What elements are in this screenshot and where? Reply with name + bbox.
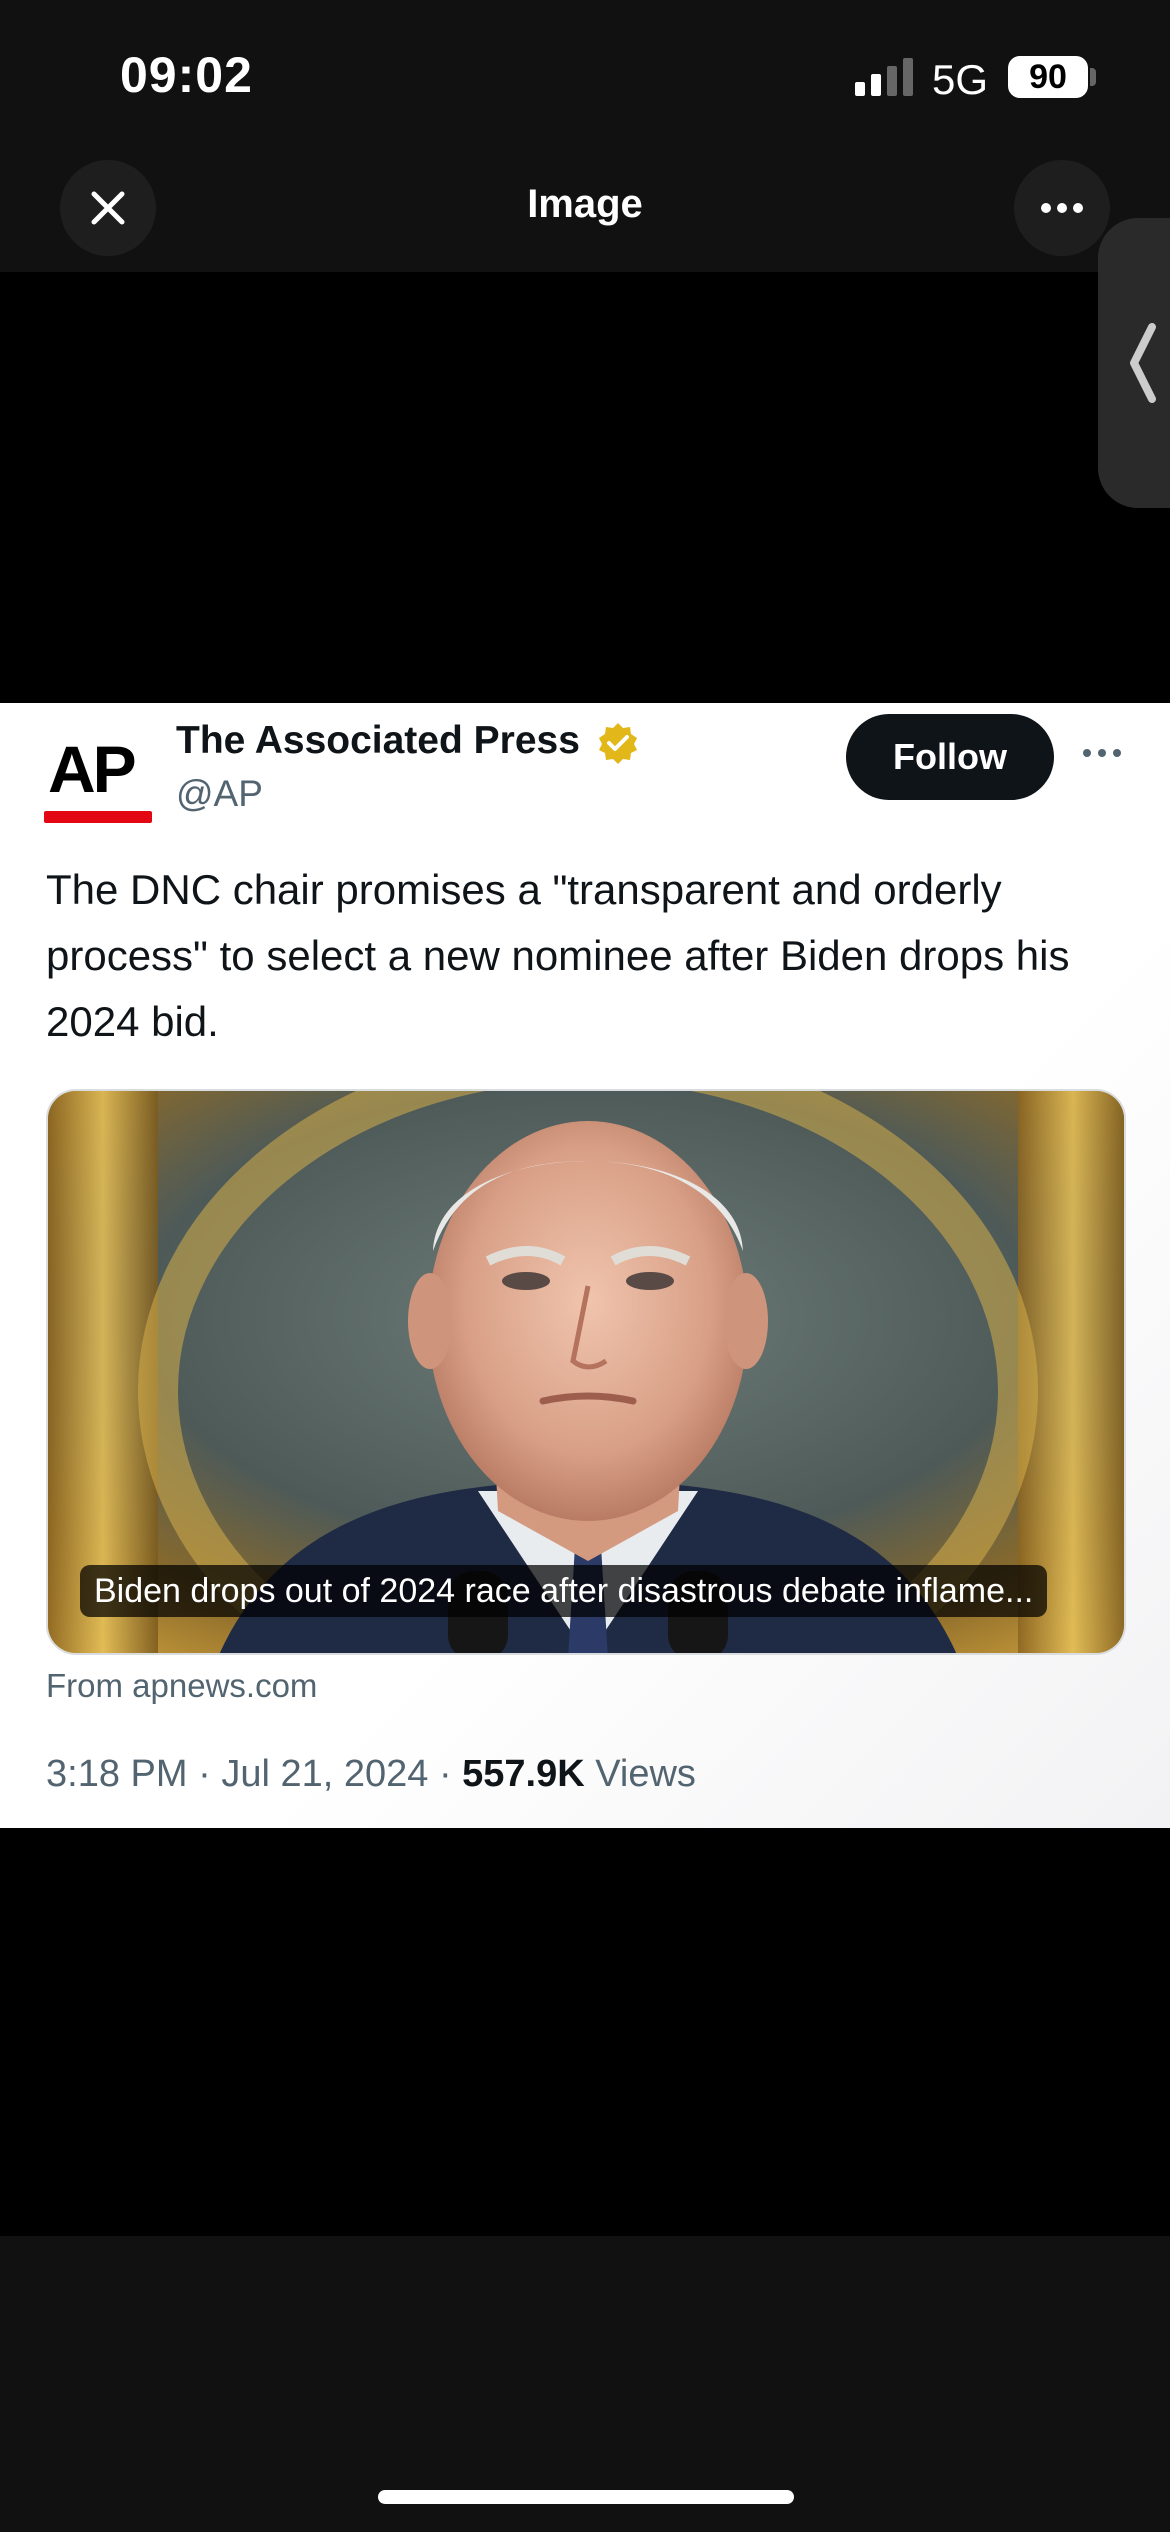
page-title: Image [527,182,643,226]
follow-button[interactable]: Follow [846,714,1054,800]
separator-dot: · [198,1753,222,1795]
network-type: 5G [932,56,989,103]
views-label: Views [595,1753,696,1795]
user-handle[interactable]: @AP [176,773,263,815]
tweet-more-button[interactable] [1078,733,1126,773]
separator-dot: · [438,1753,463,1795]
link-card-image[interactable]: Biden drops out of 2024 race after disas… [46,1089,1126,1655]
avatar[interactable]: AP [44,723,154,823]
views-count: 557.9K [462,1753,596,1795]
battery-icon: 90 [1008,56,1088,98]
signal-icon [855,58,915,96]
display-name[interactable]: The Associated Press [176,719,580,763]
status-bar: 09:02 5G 90 [0,0,1170,140]
battery-tip [1090,68,1096,86]
tweet-meta: 3:18 PM · Jul 21, 2024 · 557.9K Views [46,1753,696,1796]
verified-badge-icon [599,723,637,764]
tweet-date[interactable]: Jul 21, 2024 [221,1753,428,1795]
logo-red-bar [44,811,152,823]
link-source[interactable]: From apnews.com [46,1667,317,1705]
status-time: 09:02 [120,47,253,103]
chevron-left-icon [1130,323,1156,403]
avatar-logo-text: AP [48,732,137,806]
tweet-text: The DNC chair promises a "transparent an… [46,866,1070,1045]
tweet-card[interactable]: AP The Associated Press @AP Follow The D… [0,703,1170,1828]
more-horizontal-icon [1041,203,1083,213]
bottom-bar [0,2236,1170,2532]
home-indicator[interactable] [378,2490,794,2504]
more-horizontal-icon [1083,749,1121,757]
tweet-time[interactable]: 3:18 PM [46,1753,188,1795]
side-panel-handle[interactable] [1098,218,1170,508]
link-card-caption: Biden drops out of 2024 race after disas… [80,1565,1048,1617]
more-options-button[interactable] [1014,160,1110,256]
top-nav: Image [0,140,1170,272]
